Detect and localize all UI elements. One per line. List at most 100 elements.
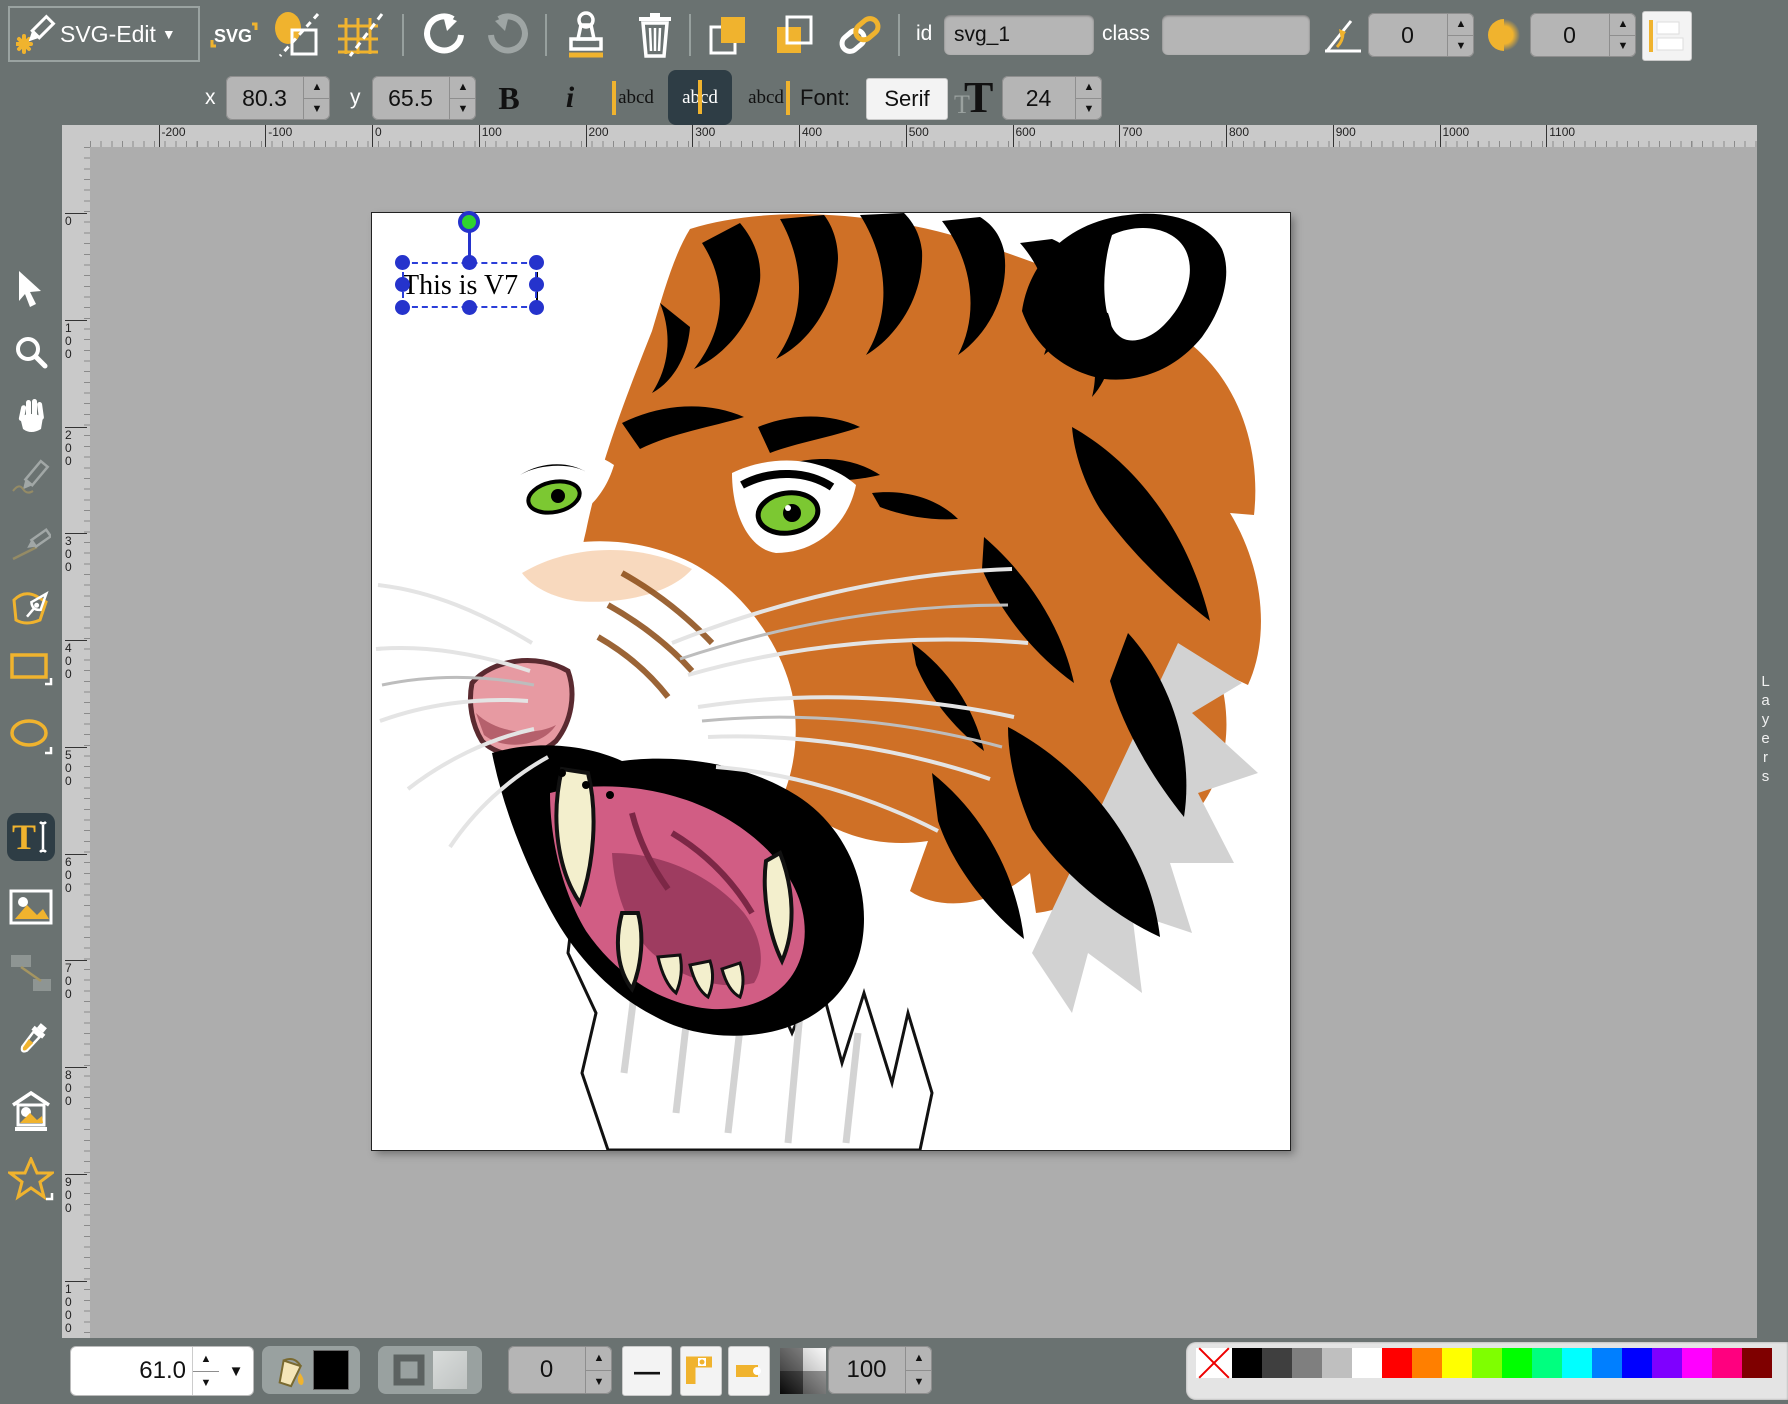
angle-up-icon[interactable]: ▲ bbox=[1448, 13, 1474, 36]
stroke-width-up-icon[interactable]: ▲ bbox=[586, 1346, 612, 1371]
clone-button[interactable] bbox=[562, 10, 610, 60]
stroke-width-spinner[interactable]: 0 ▲▼ bbox=[508, 1346, 612, 1394]
selection-handle-ne[interactable] bbox=[529, 255, 544, 270]
opacity-up-icon[interactable]: ▲ bbox=[906, 1346, 932, 1371]
font-family-button[interactable]: Serif bbox=[866, 78, 948, 120]
palette-swatch-none[interactable] bbox=[1196, 1348, 1232, 1378]
svg-source-button[interactable]: SVG bbox=[208, 16, 260, 54]
element-class-input[interactable] bbox=[1162, 15, 1310, 55]
tool-text[interactable]: T bbox=[7, 813, 55, 861]
text-x-spinner[interactable]: 80.3 ▲▼ bbox=[226, 76, 330, 120]
element-id-input[interactable]: svg_1 bbox=[944, 15, 1094, 55]
stroke-width-value[interactable]: 0 bbox=[508, 1356, 585, 1384]
zoom-down-icon[interactable]: ▼ bbox=[193, 1372, 219, 1396]
make-link-button[interactable] bbox=[836, 12, 884, 58]
bold-button[interactable]: B bbox=[488, 78, 530, 118]
palette-swatch[interactable] bbox=[1682, 1348, 1712, 1378]
tool-eyedropper[interactable] bbox=[7, 1017, 55, 1065]
y-up-icon[interactable]: ▲ bbox=[450, 76, 476, 99]
fill-color-group[interactable] bbox=[262, 1346, 360, 1394]
palette-swatch[interactable] bbox=[1562, 1348, 1592, 1378]
selection-handle-n[interactable] bbox=[462, 255, 477, 270]
tool-select[interactable] bbox=[7, 265, 55, 313]
italic-button[interactable]: i bbox=[552, 78, 588, 118]
fill-color-swatch[interactable] bbox=[313, 1350, 349, 1390]
selection-handle-sw[interactable] bbox=[395, 300, 410, 315]
layers-panel-label[interactable]: Layers bbox=[1757, 620, 1788, 840]
selection-handle-nw[interactable] bbox=[395, 255, 410, 270]
y-down-icon[interactable]: ▼ bbox=[450, 99, 476, 121]
blur-down-icon[interactable]: ▼ bbox=[1610, 36, 1636, 58]
font-size-spinner[interactable]: 24 ▲▼ bbox=[1002, 76, 1102, 120]
blur-value[interactable]: 0 bbox=[1530, 22, 1609, 49]
tool-line[interactable] bbox=[7, 521, 55, 569]
tool-pencil[interactable] bbox=[7, 455, 55, 503]
palette-swatch[interactable] bbox=[1652, 1348, 1682, 1378]
x-down-icon[interactable]: ▼ bbox=[304, 99, 330, 121]
tool-library[interactable] bbox=[7, 1087, 55, 1135]
palette-swatch[interactable] bbox=[1742, 1348, 1772, 1378]
size-up-icon[interactable]: ▲ bbox=[1076, 76, 1102, 99]
size-down-icon[interactable]: ▼ bbox=[1076, 99, 1102, 121]
delete-button[interactable] bbox=[632, 10, 678, 60]
palette-swatch[interactable] bbox=[1472, 1348, 1502, 1378]
palette-swatch[interactable] bbox=[1352, 1348, 1382, 1378]
blur-spinner[interactable]: 0 ▲▼ bbox=[1530, 13, 1636, 57]
stroke-color-group[interactable] bbox=[378, 1346, 482, 1394]
palette-swatch[interactable] bbox=[1322, 1348, 1352, 1378]
main-menu-button[interactable]: SVG-Edit ▼ bbox=[8, 6, 200, 62]
linecap-button[interactable] bbox=[728, 1346, 770, 1396]
palette-swatch[interactable] bbox=[1262, 1348, 1292, 1378]
x-up-icon[interactable]: ▲ bbox=[304, 76, 330, 99]
workspace[interactable]: This is V7 bbox=[90, 147, 1757, 1338]
rotate-handle[interactable] bbox=[458, 211, 480, 233]
zoom-up-icon[interactable]: ▲ bbox=[193, 1347, 219, 1372]
tool-star[interactable] bbox=[7, 1155, 55, 1203]
stroke-color-swatch[interactable] bbox=[432, 1350, 468, 1390]
font-size-value[interactable]: 24 bbox=[1002, 85, 1075, 112]
text-x-value[interactable]: 80.3 bbox=[226, 85, 303, 112]
angle-value[interactable]: 0 bbox=[1368, 22, 1447, 49]
text-anchor-start-button[interactable]: abcd bbox=[604, 76, 662, 120]
palette-swatch[interactable] bbox=[1502, 1348, 1532, 1378]
palette-swatch[interactable] bbox=[1592, 1348, 1622, 1378]
selection-handle-w[interactable] bbox=[395, 277, 410, 292]
tool-path[interactable] bbox=[7, 583, 55, 631]
wireframe-button[interactable] bbox=[272, 12, 326, 58]
undo-button[interactable] bbox=[420, 12, 466, 58]
stroke-width-down-icon[interactable]: ▼ bbox=[586, 1371, 612, 1395]
text-y-value[interactable]: 65.5 bbox=[372, 85, 449, 112]
selection-handle-e[interactable] bbox=[529, 277, 544, 292]
palette-swatch[interactable] bbox=[1532, 1348, 1562, 1378]
opacity-down-icon[interactable]: ▼ bbox=[906, 1371, 932, 1395]
move-to-top-button[interactable] bbox=[706, 12, 752, 58]
tool-rectangle[interactable] bbox=[7, 645, 55, 693]
selection-handle-se[interactable] bbox=[529, 300, 544, 315]
angle-spinner[interactable]: 0 ▲▼ bbox=[1368, 13, 1474, 57]
text-anchor-end-button[interactable]: abcd bbox=[740, 76, 798, 120]
grid-button[interactable] bbox=[336, 12, 388, 58]
palette-swatch[interactable] bbox=[1412, 1348, 1442, 1378]
layers-panel-toggle[interactable]: Layers bbox=[1757, 125, 1788, 1338]
svg-canvas[interactable]: This is V7 bbox=[372, 213, 1290, 1150]
blur-up-icon[interactable]: ▲ bbox=[1610, 13, 1636, 36]
redo-button[interactable] bbox=[486, 12, 532, 58]
move-to-bottom-button[interactable] bbox=[772, 12, 818, 58]
stroke-dash-button[interactable]: — bbox=[622, 1346, 672, 1396]
palette-swatch[interactable] bbox=[1712, 1348, 1742, 1378]
palette-swatch[interactable] bbox=[1232, 1348, 1262, 1378]
swatches-button[interactable] bbox=[1642, 11, 1692, 61]
opacity-spinner[interactable]: 100 ▲▼ bbox=[828, 1346, 932, 1394]
tool-pan[interactable] bbox=[7, 391, 55, 439]
angle-down-icon[interactable]: ▼ bbox=[1448, 36, 1474, 58]
palette-swatch[interactable] bbox=[1622, 1348, 1652, 1378]
zoom-value[interactable]: 61.0 bbox=[71, 1357, 192, 1385]
tool-connector[interactable] bbox=[7, 949, 55, 997]
tool-ellipse[interactable] bbox=[7, 713, 55, 761]
text-y-spinner[interactable]: 65.5 ▲▼ bbox=[372, 76, 476, 120]
text-anchor-middle-button[interactable]: abcd bbox=[668, 70, 732, 125]
palette-swatch[interactable] bbox=[1442, 1348, 1472, 1378]
tool-image[interactable] bbox=[7, 883, 55, 931]
zoom-spinner[interactable]: 61.0 ▲▼ ▼ bbox=[70, 1346, 254, 1396]
tool-zoom[interactable] bbox=[7, 328, 55, 376]
